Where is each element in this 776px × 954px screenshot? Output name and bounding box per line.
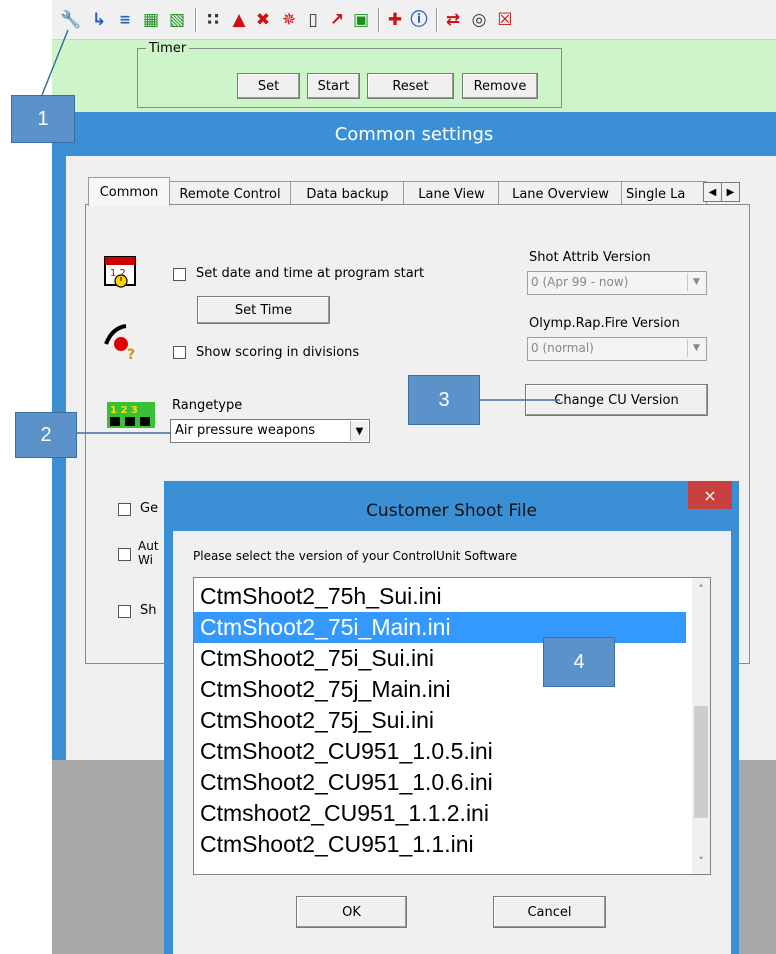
svg-text:?: ?	[127, 347, 135, 360]
grid-flag-icon[interactable]: ▦	[140, 9, 162, 31]
olymp-value: 0 (normal)	[531, 341, 594, 355]
add-red-icon[interactable]: ✚	[384, 9, 406, 31]
tab-data-backup[interactable]: Data backup	[290, 181, 405, 206]
toolbar-separator	[195, 8, 197, 32]
target-arrow-icon[interactable]: ↗	[326, 9, 348, 31]
auto-checkbox[interactable]	[118, 548, 131, 561]
show-checkbox[interactable]	[118, 605, 131, 618]
list-scrollbar[interactable]: ˄ ˅	[692, 578, 710, 874]
rangetype-label: Rangetype	[172, 398, 243, 413]
tab-lane-overview[interactable]: Lane Overview	[498, 181, 623, 206]
shot-attrib-select[interactable]: 0 (Apr 99 - now) ▼	[527, 271, 707, 295]
toolbar-separator	[378, 8, 380, 32]
list-item[interactable]: CtmShoot2_75j_Sui.ini	[194, 705, 686, 736]
timer-legend: Timer	[146, 41, 190, 56]
callout-3: 3	[408, 375, 480, 425]
copy-icon[interactable]: ▣	[350, 9, 372, 31]
warning-icon[interactable]: ▲	[228, 9, 250, 31]
cancel-button[interactable]: Cancel	[493, 896, 606, 928]
auto-label-partial-2: Wi	[138, 553, 153, 567]
shot-attrib-value: 0 (Apr 99 - now)	[531, 275, 629, 289]
ini-file-list[interactable]: CtmShoot2_75h_Sui.ini CtmShoot2_75i_Main…	[193, 577, 711, 875]
wrench-arrow-icon[interactable]: ↳	[88, 9, 110, 31]
callout-4: 4	[543, 637, 615, 687]
set-date-label: Set date and time at program start	[196, 266, 425, 281]
list-item[interactable]: CtmShoot2_75h_Sui.ini	[194, 581, 686, 612]
list-item[interactable]: CtmShoot2_CU951_1.1.ini	[194, 829, 686, 860]
tab-remote-control[interactable]: Remote Control	[168, 181, 292, 206]
tab-single-lane[interactable]: Single La	[621, 181, 707, 206]
set-time-button[interactable]: Set Time	[197, 296, 330, 324]
toolbar-separator	[436, 8, 438, 32]
delete-icon[interactable]: ☒	[494, 9, 516, 31]
toolbar: 🔧 ↳ ≡ ▦ ▧ ∷ ▲ ✖ ✵ ▯ ↗ ▣ ✚ ⓘ ⇄ ◎ ☒	[52, 0, 776, 40]
rangetype-value: Air pressure weapons	[175, 423, 316, 438]
timer-remove-button[interactable]: Remove	[462, 73, 538, 99]
grid-arrow-icon[interactable]: ▧	[166, 9, 188, 31]
scoring-icon: ?	[104, 324, 135, 360]
wrench-icon[interactable]: 🔧	[60, 9, 82, 31]
list-item[interactable]: Ctmshoot2_CU951_1.1.2.ini	[194, 798, 686, 829]
svg-text:1 2 3: 1 2 3	[110, 405, 138, 416]
list-item[interactable]: CtmShoot2_CU951_1.0.6.ini	[194, 767, 686, 798]
info-icon[interactable]: ⓘ	[408, 9, 430, 31]
lanes-icon[interactable]: ∷	[202, 9, 224, 31]
chevron-down-icon[interactable]: ▼	[687, 273, 705, 291]
scrollbar-thumb[interactable]	[694, 706, 708, 818]
list-item[interactable]: CtmShoot2_CU951_1.0.5.ini	[194, 736, 686, 767]
close-icon[interactable]: ×	[688, 481, 732, 509]
show-scoring-checkbox[interactable]	[173, 346, 186, 359]
globe-icon[interactable]: ◎	[468, 9, 490, 31]
rangetype-select[interactable]: Air pressure weapons ▼	[170, 419, 370, 443]
wrench-list-icon[interactable]: ≡	[114, 9, 136, 31]
ok-button[interactable]: OK	[296, 896, 407, 928]
set-date-checkbox[interactable]	[173, 268, 186, 281]
general-checkbox[interactable]	[118, 503, 131, 516]
timer-start-button[interactable]: Start	[307, 73, 360, 99]
dialog-prompt: Please select the version of your Contro…	[193, 549, 518, 563]
dialog-title: Customer Shoot File	[366, 501, 537, 521]
rangetype-icon: 1 2 3	[107, 402, 155, 428]
show-scoring-label: Show scoring in divisions	[196, 345, 360, 360]
chevron-down-icon[interactable]: ▼	[687, 339, 705, 357]
callout-2: 2	[15, 412, 77, 458]
connect-icon[interactable]: ⇄	[442, 9, 464, 31]
callout-1: 1	[11, 95, 75, 143]
shot-attrib-label: Shot Attrib Version	[529, 250, 651, 265]
tab-lane-view[interactable]: Lane View	[403, 181, 500, 206]
olymp-select[interactable]: 0 (normal) ▼	[527, 337, 707, 361]
chevron-down-icon[interactable]: ▼	[350, 421, 368, 441]
tab-common[interactable]: Common	[88, 177, 170, 206]
change-cu-version-button[interactable]: Change CU Version	[525, 384, 708, 416]
general-label-partial: Ge	[140, 501, 159, 516]
calendar-clock-icon: 1 2	[104, 256, 136, 288]
common-settings-title: Common settings	[52, 112, 776, 156]
olymp-label: Olymp.Rap.Fire Version	[529, 316, 680, 331]
timer-reset-button[interactable]: Reset	[367, 73, 454, 99]
auto-label-partial: Aut	[138, 539, 159, 553]
bug-icon[interactable]: ✵	[278, 9, 300, 31]
timer-set-button[interactable]: Set	[237, 73, 300, 99]
show-label-partial: Sh	[140, 603, 157, 618]
cross-icon[interactable]: ✖	[252, 9, 274, 31]
chevron-up-icon[interactable]: ˄	[692, 582, 710, 596]
tab-scroll-right-icon[interactable]: ▶	[721, 182, 740, 202]
chevron-down-icon[interactable]: ˅	[692, 854, 710, 868]
tab-scroll-left-icon[interactable]: ◀	[703, 182, 722, 202]
document-icon[interactable]: ▯	[302, 9, 324, 31]
